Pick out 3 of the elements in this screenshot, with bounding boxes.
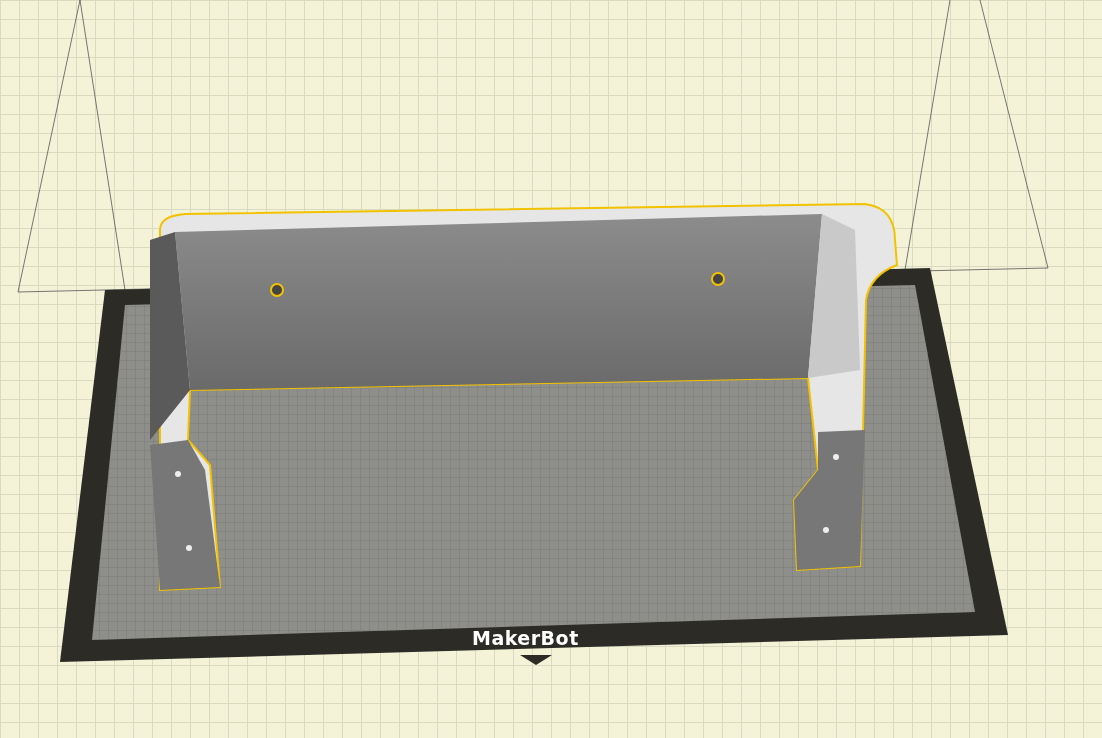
3d-viewport[interactable]: MakerBot [0, 0, 1102, 738]
3d-part-drawing[interactable] [150, 203, 898, 591]
brand-logo: MakerBot [472, 627, 579, 649]
